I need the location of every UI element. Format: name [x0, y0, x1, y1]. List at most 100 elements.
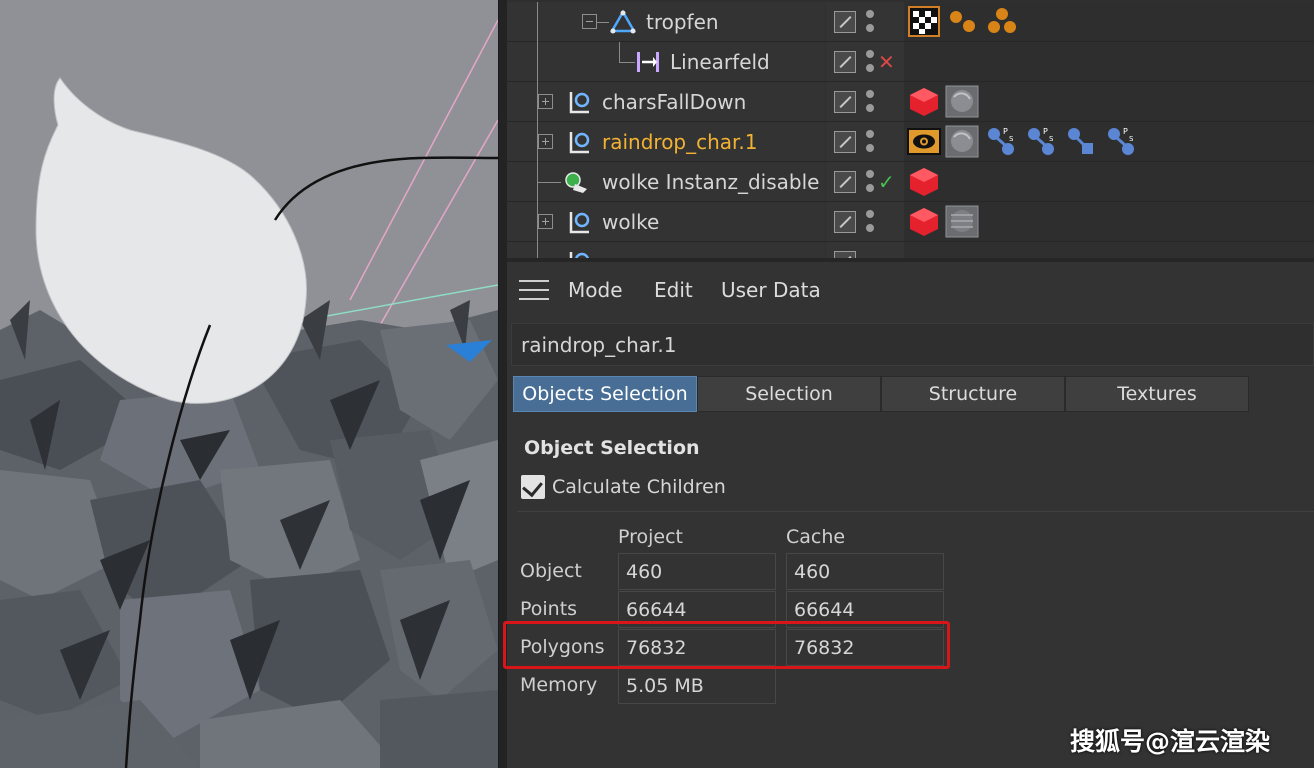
svg-text:S: S — [1049, 135, 1054, 143]
editor-visibility-toggle[interactable] — [834, 91, 856, 113]
object-flags: ✓ — [826, 162, 904, 201]
object-name-column: Linearfeld — [507, 42, 825, 82]
object-name-column: raindrop_char.1 — [507, 122, 825, 162]
editor-visibility-toggle[interactable] — [834, 251, 856, 258]
connect-object-icon — [569, 132, 590, 154]
object-row-charsfalldown[interactable]: charsFallDown — [507, 82, 1314, 122]
visibility-dots[interactable] — [866, 50, 874, 74]
svg-text:S: S — [1009, 135, 1014, 143]
object-label: tropfen — [646, 10, 719, 34]
visibility-dots[interactable] — [866, 210, 874, 234]
editor-visibility-toggle[interactable] — [834, 171, 856, 193]
tree-line — [537, 182, 561, 183]
3d-viewport[interactable] — [0, 0, 498, 768]
editor-visibility-toggle[interactable] — [834, 11, 856, 33]
stat-label: Memory — [520, 674, 598, 696]
object-name-column: charsFallDown — [507, 82, 825, 122]
expand-toggle[interactable] — [582, 14, 597, 29]
orange-dots-tag-icon[interactable] — [945, 5, 979, 38]
psr-constraint-tag-icon[interactable]: P S — [1025, 125, 1059, 158]
object-name-column: wolke Instanz_disable — [507, 162, 825, 202]
tree-line — [537, 2, 538, 42]
object-label: wolke — [602, 210, 660, 234]
linear-field-icon — [637, 52, 659, 72]
object-flags — [826, 122, 904, 161]
menu-user-data[interactable]: User Data — [721, 278, 821, 302]
menu-mode[interactable]: Mode — [568, 278, 623, 302]
menu-edit[interactable]: Edit — [654, 278, 693, 302]
enabled-check-icon[interactable]: ✓ — [878, 170, 895, 194]
attribute-menubar: Mode Edit User Data — [507, 262, 1314, 318]
watermark: 搜狐号@渲云渲染 — [1070, 727, 1271, 756]
object-flags — [826, 2, 904, 41]
visibility-dots[interactable] — [866, 170, 874, 194]
object-manager: tropfen Linearfeld ✕ charsFallDown raind… — [507, 0, 1314, 258]
connect-object-icon — [569, 92, 590, 114]
editor-visibility-toggle[interactable] — [834, 51, 856, 73]
object-flags: ✕ — [826, 42, 904, 81]
tag-column — [905, 2, 1314, 41]
object-row-wolke[interactable]: wolke — [507, 202, 1314, 242]
tag-column — [905, 42, 1314, 81]
object-row-tropfen[interactable]: tropfen — [507, 2, 1314, 42]
instance-object-icon — [565, 172, 587, 193]
checker-material-tag-icon[interactable] — [907, 5, 941, 38]
object-label: wolke Instanz_disable — [602, 170, 820, 194]
null-emitter-icon — [610, 10, 636, 34]
object-label: charsFallDown — [602, 90, 747, 114]
stat-label: Points — [520, 598, 578, 620]
material-texture-tag-icon[interactable] — [945, 85, 979, 118]
visibility-dots[interactable] — [866, 130, 874, 154]
orange-triangle-dots-tag-icon[interactable] — [985, 5, 1019, 38]
display-eye-tag-icon[interactable] — [907, 125, 941, 158]
object-name-column — [507, 242, 825, 258]
tab-objects-selection[interactable]: Objects Selection — [513, 376, 697, 412]
ik-tag-icon[interactable] — [1065, 125, 1099, 158]
object-row-wolke-instanz[interactable]: wolke Instanz_disable ✓ — [507, 162, 1314, 202]
attribute-manager: Mode Edit User Data raindrop_char.1 Obje… — [507, 262, 1314, 768]
material-texture-tag-icon[interactable] — [945, 125, 979, 158]
tab-structure[interactable]: Structure — [881, 376, 1065, 412]
hamburger-menu-icon[interactable] — [519, 280, 549, 300]
object-name-column: wolke — [507, 202, 825, 242]
svg-text:P: P — [1123, 127, 1128, 136]
object-name-bar[interactable]: raindrop_char.1 — [511, 323, 1314, 366]
column-header-project: Project — [618, 526, 684, 548]
expand-toggle[interactable] — [538, 94, 553, 109]
object-row-partial[interactable] — [507, 242, 1314, 258]
expand-toggle[interactable] — [538, 214, 553, 229]
object-row-linearfeld[interactable]: Linearfeld ✕ — [507, 42, 1314, 82]
calculate-children-label: Calculate Children — [552, 476, 726, 498]
red-cube-tag-icon[interactable] — [907, 205, 941, 238]
tag-column — [905, 162, 1314, 201]
stat-cache-value: 460 — [786, 553, 944, 590]
psr-constraint-tag-icon[interactable]: P S — [1105, 125, 1139, 158]
tree-line — [619, 42, 620, 62]
stat-label: Object — [520, 560, 582, 582]
disabled-x-icon[interactable]: ✕ — [878, 50, 895, 74]
tab-textures[interactable]: Textures — [1065, 376, 1249, 412]
red-cube-tag-icon[interactable] — [907, 85, 941, 118]
psr-constraint-tag-icon[interactable]: P S — [985, 125, 1019, 158]
visibility-dots[interactable] — [866, 90, 874, 114]
stat-project-value: 5.05 MB — [618, 667, 776, 704]
editor-visibility-toggle[interactable] — [834, 131, 856, 153]
calculate-children-checkbox[interactable] — [521, 475, 545, 499]
object-label-selected: raindrop_char.1 — [602, 130, 758, 154]
object-flags — [826, 82, 904, 121]
tag-column: P S P S P S — [905, 122, 1314, 161]
editor-visibility-toggle[interactable] — [834, 211, 856, 233]
tree-line — [537, 242, 538, 258]
column-header-cache: Cache — [786, 526, 846, 548]
tree-line — [597, 22, 609, 23]
material-texture-tag-icon[interactable] — [945, 205, 979, 238]
object-row-raindrop-char[interactable]: raindrop_char.1 P S P S P S — [507, 122, 1314, 162]
polygons-highlight-box — [503, 621, 950, 669]
tag-column — [905, 202, 1314, 241]
svg-text:P: P — [1003, 127, 1008, 136]
red-cube-tag-icon[interactable] — [907, 165, 941, 198]
tab-selection[interactable]: Selection — [697, 376, 881, 412]
svg-text:P: P — [1043, 127, 1048, 136]
expand-toggle[interactable] — [538, 134, 553, 149]
visibility-dots[interactable] — [866, 10, 874, 34]
